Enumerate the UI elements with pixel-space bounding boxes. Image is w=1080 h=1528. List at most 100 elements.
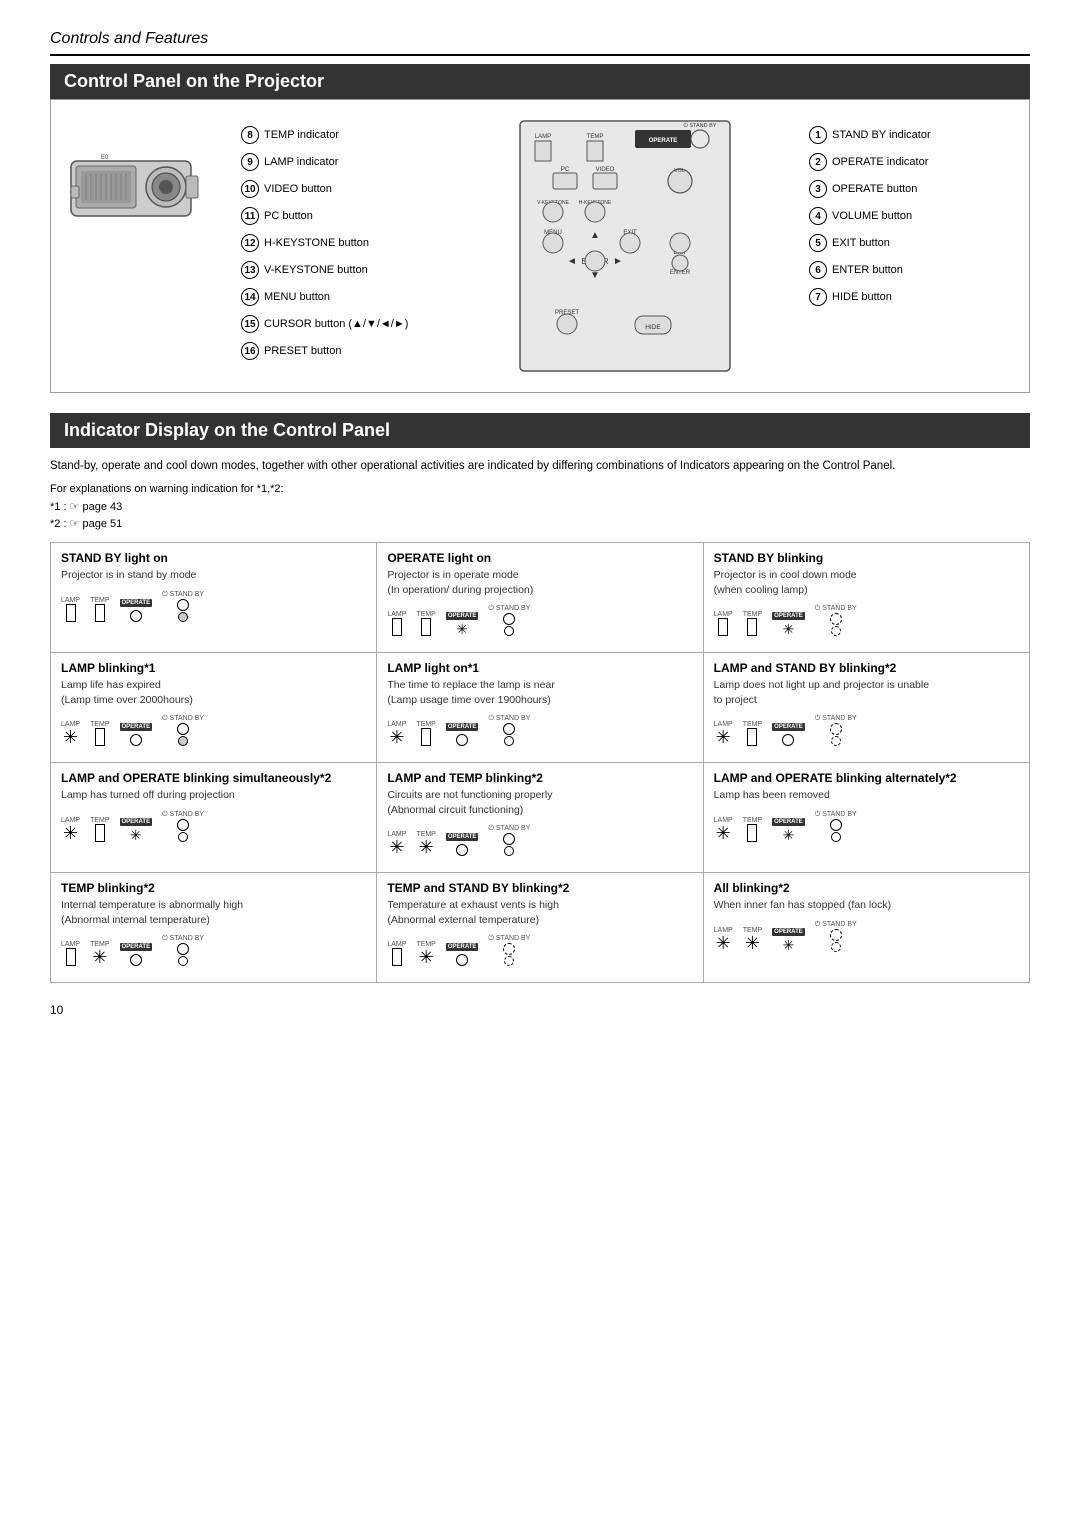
indicator-grid: STAND BY light onProjector is in stand b… [50,542,1030,983]
label-number: 15 [241,315,259,333]
left-label-item: 11 PC button [241,207,441,225]
right-label-item: 5 EXIT button [809,234,1019,252]
panel-section-header: Control Panel on the Projector [50,64,1030,99]
indicator-cell: STAND BY blinking Projector is in cool do… [704,543,1030,653]
indicator-cell-title: TEMP blinking*2 [61,881,366,895]
label-number: 9 [241,153,259,171]
label-text: CURSOR button (▲/▼/◄/►) [264,318,408,330]
label-text: PC button [264,210,313,222]
note2: *2 : ☞ page 51 [50,516,1030,534]
indicator-notes: For explanations on warning indication f… [50,481,1030,534]
indicator-cell: LAMP and OPERATE blinking alternately*2 L… [704,763,1030,873]
left-label-item: 16 PRESET button [241,342,441,360]
indicator-cell: All blinking*2When inner fan has stopped… [704,873,1030,983]
label-text: PRESET button [264,345,341,357]
label-text: H-KEYSTONE button [264,237,369,249]
indicator-cell: LAMP light on*1The time to replace the l… [377,653,703,763]
indicator-cell-title: STAND BY blinking [714,551,1019,565]
divider [50,54,1030,56]
left-label-item: 9LAMP indicator [241,153,441,171]
svg-text:►: ► [613,256,623,267]
indicator-cell: STAND BY light onProjector is in stand b… [51,543,377,653]
svg-text:VIDEO: VIDEO [596,167,615,173]
label-text: OPERATE button [832,183,917,195]
indicator-cell: LAMP and OPERATE blinking simultaneously… [51,763,377,873]
label-number: 12 [241,234,259,252]
indicator-cell-title: OPERATE light on [387,551,692,565]
label-number: 16 [241,342,259,360]
label-text: EXIT button [832,237,890,249]
indicator-cell-desc: When inner fan has stopped (fan lock) [714,898,1019,913]
label-text: STAND BY indicator [832,129,931,141]
indicator-cell-desc: Lamp has been removed [714,788,1019,803]
indicator-cell-title: LAMP and OPERATE blinking alternately*2 [714,771,1019,785]
left-label-item: 12 H-KEYSTONE button [241,234,441,252]
svg-text:◄: ◄ [567,256,577,267]
indicator-cell-desc: The time to replace the lamp is near(Lam… [387,678,692,707]
page-number: 10 [50,1003,1030,1017]
label-number: 1 [809,126,827,144]
panel-diagram-svg: LAMP TEMP OPERATE OPERATE ⏻ STAND BY [515,116,735,376]
label-text: ENTER button [832,264,903,276]
indicator-cell-title: LAMP and OPERATE blinking simultaneously… [61,771,366,785]
indicator-cell: OPERATE light on Projector is in operate … [377,543,703,653]
right-label-item: 4 VOLUME button [809,207,1019,225]
label-text: VIDEO button [264,183,332,195]
indicator-section-header: Indicator Display on the Control Panel [50,413,1030,448]
indicator-cell-desc: Lamp does not light up and projector is … [714,678,1019,707]
right-label-item: 2 OPERATE indicator [809,153,1019,171]
right-label-item: 7HIDE button [809,288,1019,306]
indicator-cell-desc: Lamp has turned off during projection [61,788,366,803]
indicator-cell-desc: Internal temperature is abnormally high(… [61,898,366,927]
label-text: V-KEYSTONE button [264,264,368,276]
label-number: 2 [809,153,827,171]
label-number: 11 [241,207,259,225]
label-number: 5 [809,234,827,252]
control-panel-box: E0 8 TEMP indicator 9LAMP indicator 10VIDEO… [50,99,1030,393]
control-panel-inner: E0 8 TEMP indicator 9LAMP indicator 10VIDEO… [61,116,1019,376]
indicator-cell-desc: Temperature at exhaust vents is high(Abn… [387,898,692,927]
left-label-item: 10VIDEO button [241,180,441,198]
label-number: 7 [809,288,827,306]
label-text: OPERATE indicator [832,156,928,168]
label-number: 6 [809,261,827,279]
svg-text:HIDE: HIDE [645,324,661,331]
label-number: 8 [241,126,259,144]
indicator-cell-title: LAMP and STAND BY blinking*2 [714,661,1019,675]
indicator-intro: Stand-by, operate and cool down modes, t… [50,458,1030,475]
note1: *1 : ☞ page 43 [50,499,1030,517]
left-labels: 8 TEMP indicator 9LAMP indicator 10VIDEO bu… [241,116,441,369]
projector-image: E0 [61,126,231,249]
indicator-cell-desc: Projector is in cool down mode(when cool… [714,568,1019,597]
label-number: 4 [809,207,827,225]
right-labels: 1STAND BY indicator2OPERATE indicator3OP… [809,116,1019,315]
svg-text:⏻ STAND BY: ⏻ STAND BY [684,122,717,129]
indicator-cell-desc: Lamp life has expired(Lamp time over 200… [61,678,366,707]
svg-text:VOL.: VOL. [674,168,685,174]
panel-diagram: LAMP TEMP OPERATE OPERATE ⏻ STAND BY [446,116,804,376]
indicator-cell: TEMP and STAND BY blinking*2Temperature … [377,873,703,983]
svg-text:TEMP: TEMP [587,134,604,140]
svg-text:E0: E0 [101,155,109,161]
indicator-section: Stand-by, operate and cool down modes, t… [50,458,1030,983]
left-label-item: 8 TEMP indicator [241,126,441,144]
svg-text:PC: PC [561,167,570,173]
indicator-cell: LAMP and TEMP blinking*2 Circuits are not… [377,763,703,873]
label-text: MENU button [264,291,330,303]
indicator-cell-desc: Circuits are not functioning properly(Ab… [387,788,692,817]
right-label-item: 1 STAND BY indicator [809,126,1019,144]
svg-text:▼: ▼ [590,270,600,281]
label-text: TEMP indicator [264,129,339,141]
indicator-cell-title: LAMP blinking*1 [61,661,366,675]
indicator-cell-title: LAMP and TEMP blinking*2 [387,771,692,785]
right-label-item: 6 ENTER button [809,261,1019,279]
left-label-item: 13V-KEYSTONE button [241,261,441,279]
explanation-note: For explanations on warning indication f… [50,481,1030,499]
projector-svg: E0 [61,126,221,246]
label-text: VOLUME button [832,210,912,222]
label-number: 14 [241,288,259,306]
indicator-cell: LAMP and STAND BY blinking*2 Lamp does no… [704,653,1030,763]
indicator-cell-desc: Projector is in stand by mode [61,568,366,583]
indicator-cell-desc: Projector is in operate mode(In operatio… [387,568,692,597]
section-title: Controls and Features [50,30,1030,48]
